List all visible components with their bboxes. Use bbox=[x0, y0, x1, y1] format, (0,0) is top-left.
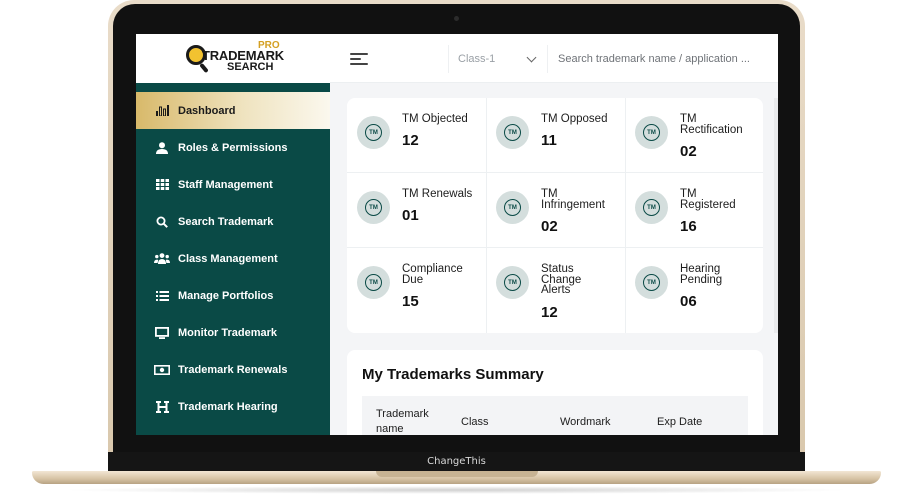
stat-label: TM Renewals bbox=[402, 188, 473, 200]
sidebar-item-label: Class Management bbox=[178, 252, 278, 265]
stat-tm-rectification[interactable]: TM TM Rectification 02 bbox=[625, 98, 764, 173]
stat-label: TM Rectification bbox=[680, 113, 743, 136]
tm-badge-icon: TM bbox=[357, 191, 390, 224]
magnifier-handle bbox=[199, 62, 209, 74]
summary-title: My Trademarks Summary bbox=[362, 366, 544, 383]
search-input[interactable] bbox=[558, 45, 778, 73]
scrollbar-track[interactable] bbox=[774, 98, 778, 333]
sidebar-item-monitor-trademark[interactable]: Monitor Trademark bbox=[136, 314, 330, 351]
stat-label: Status Change Alerts bbox=[541, 263, 582, 296]
class-select[interactable]: Class-1 bbox=[448, 45, 548, 73]
sidebar: PRO TRADEMARK SEARCH Dashboard Roles & P… bbox=[136, 34, 330, 435]
column-header-wordmark[interactable]: Wordmark bbox=[560, 415, 611, 430]
search-icon bbox=[154, 215, 170, 229]
logo-divider bbox=[136, 83, 330, 91]
camera-dot bbox=[454, 16, 459, 21]
chevron-down-icon bbox=[526, 52, 537, 63]
stat-hearing-pending[interactable]: TM Hearing Pending 06 bbox=[625, 248, 764, 323]
sidebar-nav: Dashboard Roles & Permissions Staff Mana… bbox=[136, 92, 330, 425]
sidebar-item-label: Trademark Renewals bbox=[178, 363, 288, 376]
top-header: Class-1 bbox=[330, 34, 778, 83]
sidebar-item-class-management[interactable]: Class Management bbox=[136, 240, 330, 277]
list-icon bbox=[154, 289, 170, 303]
sidebar-item-search-trademark[interactable]: Search Trademark bbox=[136, 203, 330, 240]
table-header: Trademark name Class Wordmark Exp Date bbox=[362, 396, 748, 435]
stat-tm-objected[interactable]: TM TM Objected 12 bbox=[347, 98, 486, 173]
tm-badge-icon: TM bbox=[357, 116, 390, 149]
stat-value: 06 bbox=[680, 293, 697, 310]
stat-tm-registered[interactable]: TM TM Registered 16 bbox=[625, 173, 764, 248]
stats-card: TM TM Objected 12 TM TM Opposed 11 TM TM… bbox=[347, 98, 763, 333]
stat-value: 01 bbox=[402, 207, 419, 224]
stat-value: 02 bbox=[541, 218, 558, 235]
stat-value: 11 bbox=[541, 132, 557, 149]
sidebar-item-label: Staff Management bbox=[178, 178, 273, 191]
users-icon bbox=[154, 252, 170, 266]
sidebar-item-staff-management[interactable]: Staff Management bbox=[136, 166, 330, 203]
sidebar-item-label: Manage Portfolios bbox=[178, 289, 274, 302]
app-screen: PRO TRADEMARK SEARCH Dashboard Roles & P… bbox=[136, 34, 778, 435]
stat-label: Compliance Due bbox=[402, 263, 463, 286]
sidebar-item-label: Roles & Permissions bbox=[178, 141, 288, 154]
user-icon bbox=[154, 141, 170, 155]
tm-badge-icon: TM bbox=[635, 191, 668, 224]
stat-tm-opposed[interactable]: TM TM Opposed 11 bbox=[486, 98, 625, 173]
sidebar-item-label: Dashboard bbox=[178, 104, 236, 117]
sidebar-item-manage-portfolios[interactable]: Manage Portfolios bbox=[136, 277, 330, 314]
tm-badge-icon: TM bbox=[496, 266, 529, 299]
laptop-notch bbox=[376, 471, 538, 477]
stat-tm-renewals[interactable]: TM TM Renewals 01 bbox=[347, 173, 486, 248]
stat-label: TM Opposed bbox=[541, 113, 608, 125]
tm-badge-icon: TM bbox=[496, 191, 529, 224]
column-header-exp-date[interactable]: Exp Date bbox=[657, 415, 702, 430]
logo[interactable]: PRO TRADEMARK SEARCH bbox=[136, 34, 330, 83]
sidebar-item-dashboard[interactable]: Dashboard bbox=[136, 92, 330, 129]
stat-value: 12 bbox=[402, 132, 419, 149]
tm-badge-icon: TM bbox=[635, 266, 668, 299]
stat-value: 02 bbox=[680, 143, 697, 160]
money-icon bbox=[154, 363, 170, 377]
sidebar-item-trademark-hearing[interactable]: Trademark Hearing bbox=[136, 388, 330, 425]
column-header-class[interactable]: Class bbox=[461, 415, 489, 430]
grid-icon bbox=[154, 178, 170, 192]
tm-badge-icon: TM bbox=[635, 116, 668, 149]
sidebar-item-label: Trademark Hearing bbox=[178, 400, 278, 413]
bar-chart-icon bbox=[154, 104, 170, 118]
laptop-brand-label: ChangeThis bbox=[427, 456, 486, 467]
class-select-value: Class-1 bbox=[458, 53, 496, 65]
stat-label: TM Registered bbox=[680, 188, 736, 211]
column-header-trademark-name[interactable]: Trademark name bbox=[376, 407, 446, 435]
stat-label: TM Objected bbox=[402, 113, 468, 125]
monitor-icon bbox=[154, 326, 170, 340]
tm-badge-icon: TM bbox=[496, 116, 529, 149]
sidebar-item-label: Search Trademark bbox=[178, 215, 274, 228]
laptop-shadow bbox=[60, 486, 853, 494]
trademarks-summary-card: My Trademarks Summary Trademark name Cla… bbox=[347, 350, 763, 435]
stat-label: Hearing Pending bbox=[680, 263, 723, 286]
sidebar-item-roles-permissions[interactable]: Roles & Permissions bbox=[136, 129, 330, 166]
menu-toggle-icon[interactable] bbox=[350, 53, 368, 65]
sidebar-item-trademark-renewals[interactable]: Trademark Renewals bbox=[136, 351, 330, 388]
tm-badge-icon: TM bbox=[357, 266, 390, 299]
stat-tm-infringement[interactable]: TM TM Infringement 02 bbox=[486, 173, 625, 248]
h-icon bbox=[154, 400, 170, 414]
stat-label: TM Infringement bbox=[541, 188, 605, 211]
stat-status-change-alerts[interactable]: TM Status Change Alerts 12 bbox=[486, 248, 625, 323]
stat-value: 15 bbox=[402, 293, 419, 310]
stat-compliance-due[interactable]: TM Compliance Due 15 bbox=[347, 248, 486, 323]
stat-value: 12 bbox=[541, 304, 558, 321]
sidebar-item-label: Monitor Trademark bbox=[178, 326, 278, 339]
logo-text-search: SEARCH bbox=[227, 61, 274, 73]
stat-value: 16 bbox=[680, 218, 697, 235]
